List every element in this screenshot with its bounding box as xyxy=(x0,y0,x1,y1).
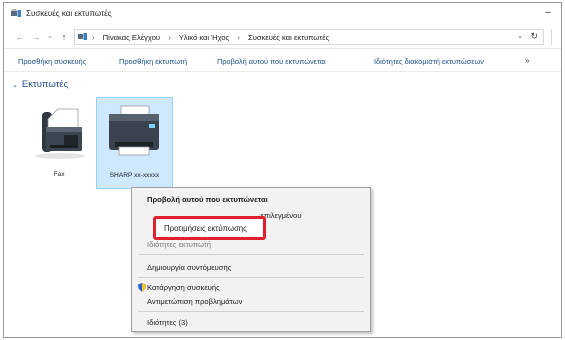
device-label: SHARP xx-xxxxx xyxy=(109,172,160,179)
highlighted-menu-item-printing-preferences[interactable]: Προτιμήσεις εκτύπωσης xyxy=(153,216,266,240)
command-bar: Προσθήκη συσκευής Προσθήκη εκτυπωτή Προβ… xyxy=(4,50,561,72)
back-button[interactable]: ← xyxy=(14,31,26,43)
title-bar: Συσκευές και εκτυπωτές – xyxy=(4,3,561,25)
forward-button[interactable]: → xyxy=(30,31,42,43)
menu-separator xyxy=(138,311,364,312)
menu-item-troubleshoot[interactable]: Αντιμετώπιση προβλημάτων xyxy=(147,297,242,306)
address-dropdown-button[interactable]: ⌄ xyxy=(517,32,523,40)
chevron-down-icon: ⌄ xyxy=(12,82,18,89)
more-commands-button[interactable]: » xyxy=(525,56,529,65)
fax-icon xyxy=(35,108,85,159)
devices-and-printers-window: Συσκευές και εκτυπωτές – ← → ⌄ ↑ › Πίνακ… xyxy=(3,2,562,338)
menu-separator xyxy=(138,277,364,278)
minimize-button[interactable]: – xyxy=(541,7,555,19)
recent-locations-button[interactable]: ⌄ xyxy=(44,31,56,43)
window-title: Συσκευές και εκτυπωτές xyxy=(26,9,112,18)
refresh-button[interactable]: ↻ xyxy=(530,31,538,42)
device-sharp-printer[interactable]: SHARP xx-xxxxx xyxy=(96,97,173,189)
breadcrumb-control-panel[interactable]: Πίνακας Ελέγχου xyxy=(103,33,160,42)
device-label: Fax xyxy=(53,171,65,178)
device-fax[interactable]: Fax xyxy=(24,99,94,189)
menu-item-printing-preferences[interactable]: Προτιμήσεις εκτύπωσης xyxy=(164,224,247,233)
devices-printers-icon xyxy=(11,9,21,17)
printer-icon xyxy=(109,105,159,156)
breadcrumb-devices-printers[interactable]: Συσκευές και εκτυπωτές xyxy=(248,33,329,42)
breadcrumb-separator: › xyxy=(168,33,171,42)
menu-item-see-printing[interactable]: Προβολή αυτού που εκτυπώνεται xyxy=(147,195,268,204)
breadcrumb: › Πίνακας Ελέγχου › Υλικό και Ήχος › Συσ… xyxy=(90,33,329,42)
add-printer-button[interactable]: Προσθήκη εκτυπωτή xyxy=(119,57,187,66)
menu-item-properties[interactable]: Ιδιότητες (3) xyxy=(147,318,188,327)
search-box[interactable] xyxy=(551,29,561,45)
breadcrumb-separator: › xyxy=(237,33,240,42)
menu-item-printer-properties[interactable]: Ιδιότητες εκτυπωτή xyxy=(147,240,211,249)
context-menu: Προβολή αυτού που εκτυπώνεται ...επιλεγμ… xyxy=(131,187,371,332)
print-server-properties-button[interactable]: Ιδιότητες διακομιστή εκτυπώσεων xyxy=(374,57,484,66)
printers-group-header[interactable]: ⌄ Εκτυπωτές xyxy=(12,79,68,90)
menu-separator xyxy=(138,254,364,255)
control-panel-icon xyxy=(78,33,87,40)
see-printing-button[interactable]: Προβολή αυτού που εκτυπώνεται xyxy=(217,57,326,66)
navigation-bar: ← → ⌄ ↑ › Πίνακας Ελέγχου › Υλικό και Ήχ… xyxy=(4,25,561,49)
menu-item-create-shortcut[interactable]: Δημιουργία συντόμευσης xyxy=(147,263,231,272)
up-button[interactable]: ↑ xyxy=(58,31,70,43)
breadcrumb-separator: › xyxy=(92,33,95,42)
menu-item-remove-device[interactable]: Κατάργηση συσκευής xyxy=(147,283,220,292)
address-bar[interactable]: › Πίνακας Ελέγχου › Υλικό και Ήχος › Συσ… xyxy=(74,29,544,45)
breadcrumb-hardware-sound[interactable]: Υλικό και Ήχος xyxy=(179,33,230,42)
add-device-button[interactable]: Προσθήκη συσκευής xyxy=(18,57,86,66)
group-title: Εκτυπωτές xyxy=(21,79,69,90)
shield-icon xyxy=(138,283,146,292)
